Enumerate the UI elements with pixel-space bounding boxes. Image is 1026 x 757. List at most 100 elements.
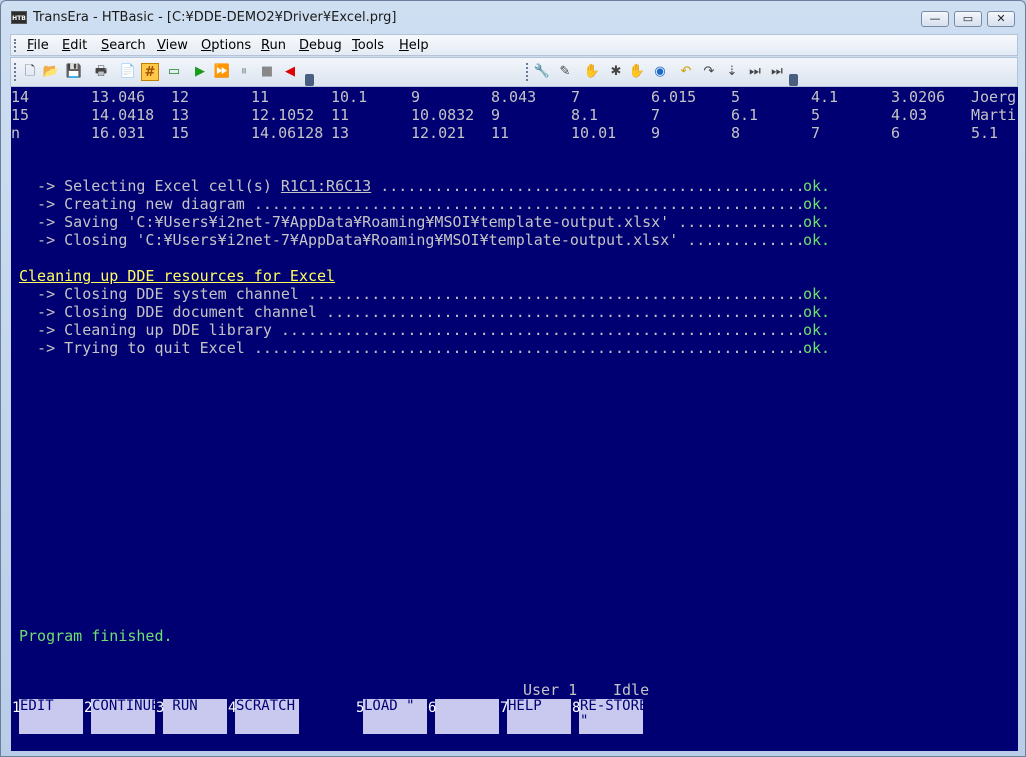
line-numbers-icon[interactable]: # [141, 63, 159, 81]
menu-tools[interactable]: Tools [352, 38, 384, 53]
toolbar-overflow-button[interactable] [305, 74, 314, 86]
toolbar: 🗋 📂 💾 🖶 📄 # ▭ ▶ ⏩ ⏸ ■ ◀ 🔧 ✎ ✋ ✱ ✋ ◉ ↶ ↷ ⇣ ⏭ ⏭ [10, 57, 1018, 87]
menu-search[interactable]: Search [101, 38, 146, 53]
softkey-number: 2 [84, 700, 93, 716]
softkey-number: 6 [428, 700, 437, 716]
table-cell: 10.1 [331, 88, 368, 106]
debug-tools-icon[interactable]: ✎ [556, 63, 574, 81]
status-ok: ok. [803, 231, 831, 249]
close-button[interactable]: ✕ [987, 11, 1015, 27]
pause-icon[interactable]: ⏸ [235, 63, 253, 81]
toolbar-grip-2[interactable] [526, 63, 528, 81]
softkey-5[interactable]: LOAD " [363, 699, 427, 734]
log-text: -> Closing DDE document channel [19, 303, 327, 321]
table-cell: 9 [491, 106, 501, 124]
screen-icon[interactable]: ▭ [165, 63, 183, 81]
table-cell: 13 [331, 124, 350, 142]
table-cell: Joerg [971, 88, 1017, 106]
table-cell: 13 [171, 106, 190, 124]
htbasic-app-icon[interactable]: HTB [11, 11, 27, 24]
menu-edit[interactable]: Edit [62, 38, 87, 53]
title-bar[interactable]: HTB TransEra - HTBasic - [C:¥DDE-DEMO2¥D… [1, 1, 1025, 35]
step-back-icon[interactable]: ◀ [281, 63, 299, 81]
undo-icon[interactable]: ↶ [677, 63, 695, 81]
table-cell: 5 [731, 88, 741, 106]
new-file-icon[interactable]: 🗋 [21, 63, 39, 81]
program-properties-icon[interactable]: 📄 [119, 63, 137, 81]
status-state: Idle [613, 681, 650, 699]
table-cell: n [11, 124, 21, 142]
table-cell: 11 [491, 124, 510, 142]
breakpoint-clear-icon[interactable]: ✱ [607, 63, 625, 81]
toolbar-grip[interactable] [14, 63, 16, 81]
table-row: n 16.031 15 14.06128 13 12.021 11 10.01 9 8 7 6 5.1 [11, 124, 1018, 142]
toolbar-overflow-button-2[interactable] [789, 74, 798, 86]
menubar-grip[interactable] [14, 39, 16, 52]
table-cell: 12.1052 [251, 106, 315, 124]
step-out-icon[interactable]: ⏭ [768, 63, 786, 81]
step-into-icon[interactable]: ⇣ [723, 63, 741, 81]
menu-run[interactable]: Run [261, 38, 286, 53]
softkey-1[interactable]: EDIT [19, 699, 83, 734]
cleanup-heading: Cleaning up DDE resources for Excel [19, 267, 336, 285]
step-over-icon[interactable]: ⏭ [746, 63, 764, 81]
wrench-icon[interactable]: 🔧 [533, 63, 551, 81]
status-user: User 1 [523, 681, 578, 699]
table-cell: 12 [171, 88, 190, 106]
table-row: 15 14.0418 13 12.1052 11 10.0832 9 8.1 7 6.1 5 4.03… [11, 106, 1018, 124]
menu-options[interactable]: Options [201, 38, 251, 53]
table-cell: 9 [651, 124, 661, 142]
watch-hand-icon[interactable]: ✋ [628, 63, 646, 81]
maximize-button[interactable]: ▭ [954, 11, 982, 27]
log-text: -> Trying to quit Excel [19, 339, 254, 357]
table-cell: Marti [971, 106, 1017, 124]
dot-leader: ........................................… [253, 339, 801, 357]
log-line: -> Trying to quit Excel ................… [19, 339, 839, 357]
save-icon[interactable]: 💾 [65, 63, 83, 81]
table-cell: 12.021 [411, 124, 466, 142]
menu-help[interactable]: Help [399, 38, 429, 53]
table-cell: 15 [11, 106, 30, 124]
program-finished-message: Program finished. [19, 627, 173, 645]
table-cell: 8.043 [491, 88, 537, 106]
table-cell: 8 [731, 124, 741, 142]
status-ok: ok. [803, 213, 831, 231]
dot-leader: ........................................… [326, 303, 801, 321]
menu-debug[interactable]: Debug [299, 38, 342, 53]
table-cell: 16.031 [91, 124, 146, 142]
softkey-7[interactable]: HELP [507, 699, 571, 734]
softkey-number: 8 [572, 700, 581, 716]
log-text: -> Creating new diagram [19, 195, 254, 213]
softkey-number: 3 [156, 700, 165, 716]
table-cell: 7 [811, 124, 821, 142]
softkey-3[interactable]: RUN [163, 699, 227, 734]
print-icon[interactable]: 🖶 [92, 63, 110, 81]
table-cell: 11 [331, 106, 350, 124]
log-text: -> Cleaning up DDE library [19, 321, 281, 339]
status-ok: ok. [803, 195, 831, 213]
window-title: TransEra - HTBasic - [C:¥DDE-DEMO2¥Drive… [33, 10, 397, 25]
softkey-6[interactable] [435, 699, 499, 734]
table-cell: 6 [891, 124, 901, 142]
minimize-button[interactable]: — [921, 11, 949, 27]
table-cell: 13.046 [91, 88, 146, 106]
softkey-number: 7 [500, 700, 509, 716]
crt-output-screen[interactable]: 14 13.046 12 11 10.1 9 8.043 7 6.015 5 4.1 3.0206 Jo… [11, 87, 1018, 751]
redo-icon[interactable]: ↷ [700, 63, 718, 81]
menu-file[interactable]: File [27, 38, 49, 53]
softkey-2[interactable]: CONTINUE [91, 699, 159, 734]
softkey-8[interactable]: RE-STORE " [579, 699, 647, 734]
run-icon[interactable]: ▶ [191, 63, 209, 81]
continue-icon[interactable]: ⏩ [213, 63, 231, 81]
open-folder-icon[interactable]: 📂 [42, 63, 60, 81]
stop-icon[interactable]: ■ [258, 63, 276, 81]
softkey-4[interactable]: SCRATCH [235, 699, 299, 734]
log-line: -> Closing DDE document channel ........… [19, 303, 839, 321]
softkey-number: 4 [228, 700, 237, 716]
cell-range: R1C1:R6C13 [280, 177, 372, 195]
table-cell: 9 [411, 88, 421, 106]
hand-icon[interactable]: ✋ [583, 63, 601, 81]
app-window: HTB TransEra - HTBasic - [C:¥DDE-DEMO2¥D… [0, 0, 1026, 757]
menu-view[interactable]: View [157, 38, 188, 53]
globe-icon[interactable]: ◉ [651, 63, 669, 81]
